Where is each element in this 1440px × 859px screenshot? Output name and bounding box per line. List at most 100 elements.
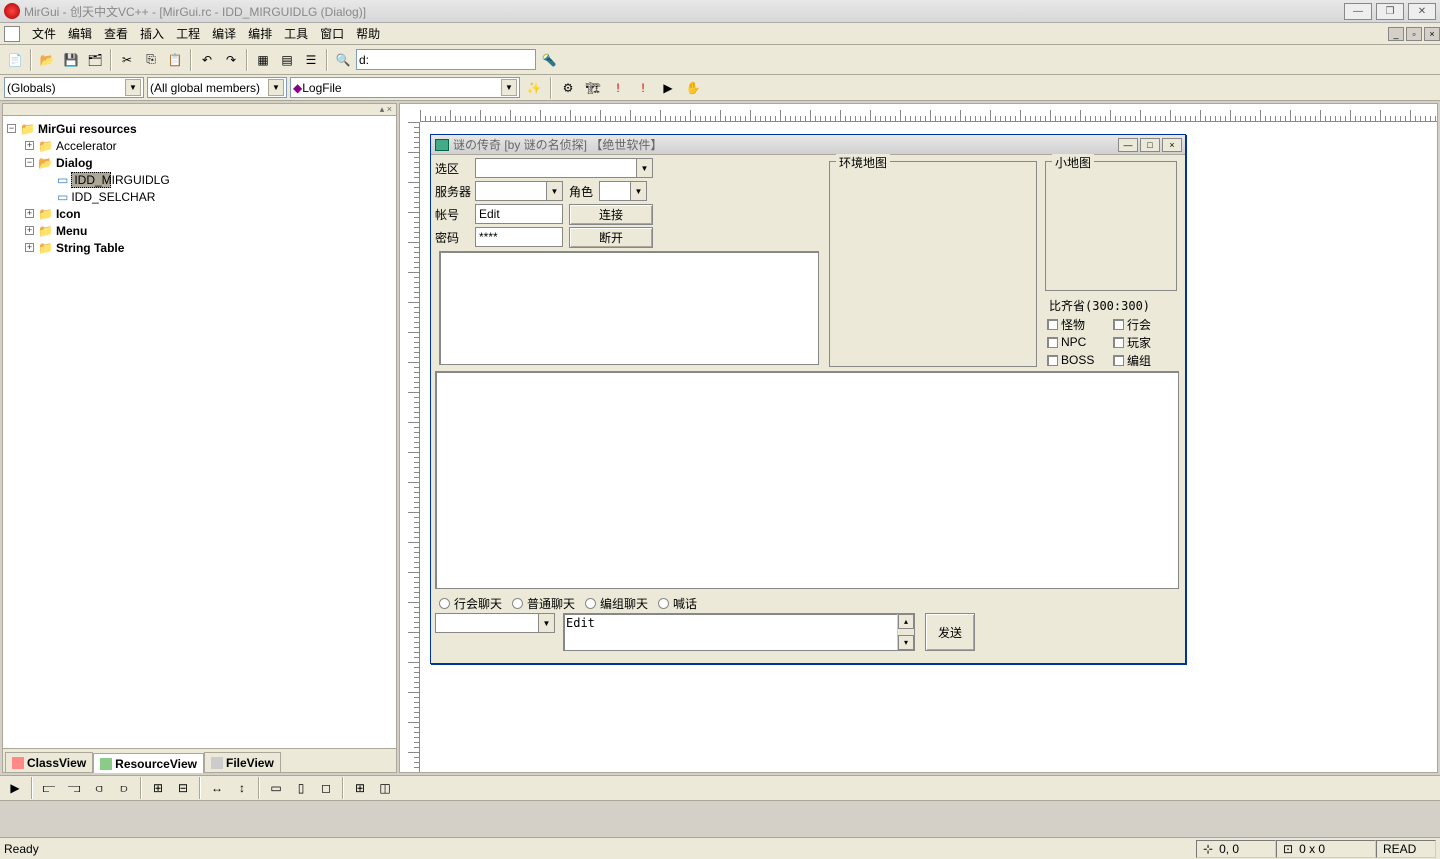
chat-target-combo[interactable]: ▼: [435, 613, 555, 633]
stop-build-icon[interactable]: !: [607, 77, 629, 99]
workspace-icon[interactable]: ▦: [252, 49, 274, 71]
toggle-guides-icon[interactable]: ◫: [374, 777, 396, 799]
dialog-close-button[interactable]: ×: [1162, 138, 1182, 152]
path-input[interactable]: [356, 49, 536, 70]
tree-item-icon[interactable]: Icon: [56, 207, 81, 221]
find-icon[interactable]: 🔦: [538, 49, 560, 71]
minimap-label: 小地图: [1052, 154, 1094, 171]
compile-icon[interactable]: ⚙: [557, 77, 579, 99]
radio-shout[interactable]: [658, 598, 669, 609]
main-listbox[interactable]: [435, 371, 1179, 589]
menu-item[interactable]: 编排: [242, 25, 278, 42]
tree-root[interactable]: MirGui resources: [38, 122, 137, 136]
find-in-files-icon[interactable]: 🔍: [332, 49, 354, 71]
radio-guild-chat[interactable]: [439, 598, 450, 609]
center-vert-icon[interactable]: ⊞: [147, 777, 169, 799]
scope-combo[interactable]: (Globals)▼: [4, 77, 144, 98]
radio-group-chat[interactable]: [585, 598, 596, 609]
same-width-icon[interactable]: ▭: [265, 777, 287, 799]
dialog-preview[interactable]: 谜の传奇 [by 谜の名侦探] 【绝世软件】 — □ × 选区 ▼ 服务器 ▼: [430, 134, 1186, 664]
cut-icon[interactable]: ✂: [116, 49, 138, 71]
menu-item[interactable]: 查看: [98, 25, 134, 42]
align-left-icon[interactable]: ⫍: [38, 777, 60, 799]
password-input[interactable]: [475, 227, 563, 247]
status-size: 0 x 0: [1299, 842, 1325, 856]
check-player[interactable]: [1113, 337, 1124, 348]
mdi-close-button[interactable]: ×: [1424, 27, 1440, 41]
tree-item-string-table[interactable]: String Table: [56, 241, 124, 255]
tree-item-accelerator[interactable]: Accelerator: [56, 139, 117, 153]
same-size-icon[interactable]: ◻: [315, 777, 337, 799]
tree-item-dialog[interactable]: Dialog: [56, 156, 93, 170]
workspace-panel: ▴ × −📁MirGui resources +📁Accelerator −📂D…: [2, 103, 397, 773]
function-combo[interactable]: ◆ LogFile▼: [290, 77, 520, 98]
align-right-icon[interactable]: ⫎: [63, 777, 85, 799]
dialog-titlebar[interactable]: 谜の传奇 [by 谜の名侦探] 【绝世软件】 — □ ×: [431, 135, 1185, 155]
chat-scrollbar[interactable]: ▴ ▾: [897, 614, 914, 650]
new-icon[interactable]: 📄: [4, 49, 26, 71]
mdi-restore-button[interactable]: ▫: [1406, 27, 1422, 41]
tree-item-menu[interactable]: Menu: [56, 224, 87, 238]
dialog-minimize-button[interactable]: —: [1118, 138, 1138, 152]
space-down-icon[interactable]: ↕: [231, 777, 253, 799]
copy-icon[interactable]: ⎘: [140, 49, 162, 71]
tree-item-mirguidlg[interactable]: IDD_MIRGUIDLG: [71, 172, 111, 188]
check-npc[interactable]: [1047, 337, 1058, 348]
dialog-editor-canvas[interactable]: 谜の传奇 [by 谜の名侦探] 【绝世软件】 — □ × 选区 ▼ 服务器 ▼: [399, 103, 1438, 773]
log-listbox[interactable]: [439, 251, 819, 365]
center-horiz-icon[interactable]: ⊟: [172, 777, 194, 799]
undo-icon[interactable]: ↶: [196, 49, 218, 71]
zone-combo[interactable]: ▼: [475, 158, 653, 178]
menu-item[interactable]: 编辑: [62, 25, 98, 42]
menu-item[interactable]: 编译: [206, 25, 242, 42]
panel-close-button[interactable]: ▴ ×: [3, 104, 396, 116]
check-guild[interactable]: [1113, 319, 1124, 330]
build-icon[interactable]: 🏗: [582, 77, 604, 99]
connect-button[interactable]: 连接: [569, 204, 653, 225]
menu-item[interactable]: 工程: [170, 25, 206, 42]
redo-icon[interactable]: ↷: [220, 49, 242, 71]
members-combo[interactable]: (All global members)▼: [147, 77, 287, 98]
menu-item[interactable]: 窗口: [314, 25, 350, 42]
output-icon[interactable]: ▤: [276, 49, 298, 71]
tab-resourceview[interactable]: ResourceView: [93, 753, 204, 773]
align-top-icon[interactable]: ⫏: [88, 777, 110, 799]
save-icon[interactable]: 💾: [60, 49, 82, 71]
chat-textarea[interactable]: Edit ▴ ▾: [563, 613, 915, 651]
go-icon[interactable]: ▶: [657, 77, 679, 99]
save-all-icon[interactable]: 🗂: [84, 49, 106, 71]
menu-item[interactable]: 工具: [278, 25, 314, 42]
check-monster[interactable]: [1047, 319, 1058, 330]
send-button[interactable]: 发送: [925, 613, 975, 651]
toggle-grid-icon[interactable]: ⊞: [349, 777, 371, 799]
minimize-button[interactable]: —: [1344, 3, 1372, 20]
maximize-button[interactable]: ❐: [1376, 3, 1404, 20]
account-input[interactable]: [475, 204, 563, 224]
check-group[interactable]: [1113, 355, 1124, 366]
test-dialog-icon[interactable]: ▶: [4, 777, 26, 799]
close-button[interactable]: ✕: [1408, 3, 1436, 20]
tree-item-selchar[interactable]: IDD_SELCHAR: [71, 190, 155, 204]
tab-classview[interactable]: ClassView: [5, 752, 93, 772]
check-boss[interactable]: [1047, 355, 1058, 366]
dialog-maximize-button[interactable]: □: [1140, 138, 1160, 152]
menu-item[interactable]: 帮助: [350, 25, 386, 42]
role-combo[interactable]: ▼: [599, 181, 647, 201]
menu-item[interactable]: 文件: [26, 25, 62, 42]
space-across-icon[interactable]: ↔: [206, 777, 228, 799]
disconnect-button[interactable]: 断开: [569, 227, 653, 248]
mdi-minimize-button[interactable]: _: [1388, 27, 1404, 41]
window-list-icon[interactable]: ☰: [300, 49, 322, 71]
same-height-icon[interactable]: ▯: [290, 777, 312, 799]
menu-item[interactable]: 插入: [134, 25, 170, 42]
paste-icon[interactable]: 📋: [164, 49, 186, 71]
wand-icon[interactable]: ✨: [523, 77, 545, 99]
tab-fileview[interactable]: FileView: [204, 752, 281, 772]
execute-icon[interactable]: !: [632, 77, 654, 99]
align-bottom-icon[interactable]: ⫐: [113, 777, 135, 799]
radio-normal-chat[interactable]: [512, 598, 523, 609]
open-icon[interactable]: 📂: [36, 49, 58, 71]
resource-tree[interactable]: −📁MirGui resources +📁Accelerator −📂Dialo…: [3, 116, 396, 748]
server-combo[interactable]: ▼: [475, 181, 563, 201]
breakpoint-icon[interactable]: ✋: [682, 77, 704, 99]
